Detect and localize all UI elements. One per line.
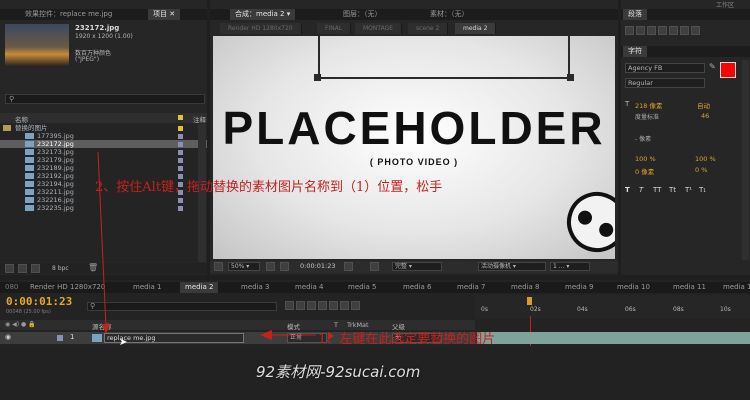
annotation-step2: 2、按住Alt键，拖动替换的素材图片名称到（1）位置，松手 (95, 180, 443, 195)
drag-arrow-head (102, 324, 110, 334)
annotation-step1: 1、左键在此选定要替换的图片 (318, 332, 496, 347)
select-arrow-head (260, 330, 272, 340)
watermark: 92素材网-92sucai.com (256, 363, 421, 381)
